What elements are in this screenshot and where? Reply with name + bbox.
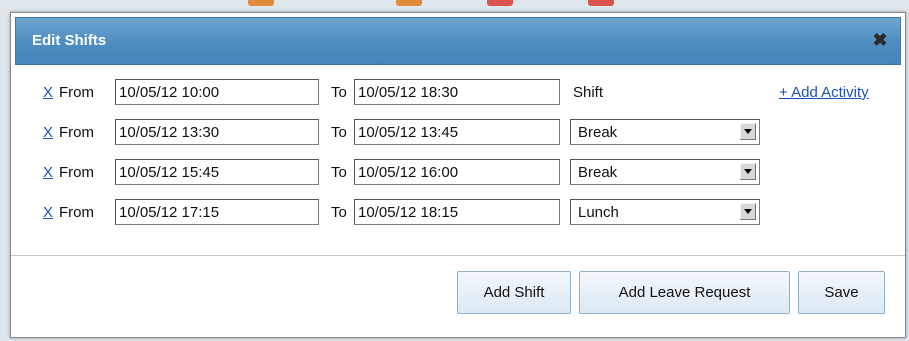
activity-type-value: Break	[578, 164, 618, 181]
activity-type-select[interactable]: Lunch	[570, 199, 760, 225]
activity-type-value: Lunch	[578, 204, 619, 221]
from-label: From	[59, 124, 94, 141]
from-label: From	[59, 204, 94, 221]
shift-row: X From To Break	[11, 159, 905, 185]
to-time-input[interactable]	[354, 159, 560, 185]
add-activity-link[interactable]: + Add Activity	[779, 84, 869, 101]
save-button[interactable]: Save	[798, 271, 885, 314]
footer-divider	[11, 255, 905, 256]
close-icon[interactable]: ✖	[870, 30, 890, 50]
dialog-titlebar[interactable]: Edit Shifts ✖	[15, 17, 901, 65]
to-time-input[interactable]	[354, 199, 560, 225]
from-label: From	[59, 164, 94, 181]
from-label: From	[59, 84, 94, 101]
shift-row: X From To Shift + Add Activity	[11, 79, 905, 105]
activity-type-label: Shift	[573, 84, 604, 101]
add-shift-button[interactable]: Add Shift	[457, 271, 571, 314]
dialog-title: Edit Shifts	[32, 32, 107, 49]
to-time-input[interactable]	[354, 119, 560, 145]
chevron-down-icon[interactable]	[740, 203, 756, 220]
from-time-input[interactable]	[115, 159, 319, 185]
activity-type-select[interactable]: Break	[570, 159, 760, 185]
chevron-down-icon[interactable]	[740, 163, 756, 180]
from-time-input[interactable]	[115, 79, 319, 105]
to-label: To	[331, 164, 347, 181]
chevron-down-icon[interactable]	[740, 123, 756, 140]
from-time-input[interactable]	[115, 199, 319, 225]
add-leave-request-button[interactable]: Add Leave Request	[579, 271, 790, 314]
to-time-input[interactable]	[354, 79, 560, 105]
to-label: To	[331, 84, 347, 101]
activity-type-select[interactable]: Break	[570, 119, 760, 145]
remove-row-link[interactable]: X	[43, 164, 53, 181]
background-marker	[248, 0, 274, 6]
edit-shifts-dialog: Edit Shifts ✖ X From To Shift + Add Acti…	[10, 12, 906, 338]
remove-row-link[interactable]: X	[43, 204, 53, 221]
remove-row-link[interactable]: X	[43, 124, 53, 141]
activity-type-value: Break	[578, 124, 618, 141]
shift-row: X From To Break	[11, 119, 905, 145]
from-time-input[interactable]	[115, 119, 319, 145]
to-label: To	[331, 124, 347, 141]
remove-row-link[interactable]: X	[43, 84, 53, 101]
background-marker	[487, 0, 513, 6]
shift-row: X From To Lunch	[11, 199, 905, 225]
background-marker	[588, 0, 614, 6]
background-marker	[396, 0, 422, 6]
to-label: To	[331, 204, 347, 221]
